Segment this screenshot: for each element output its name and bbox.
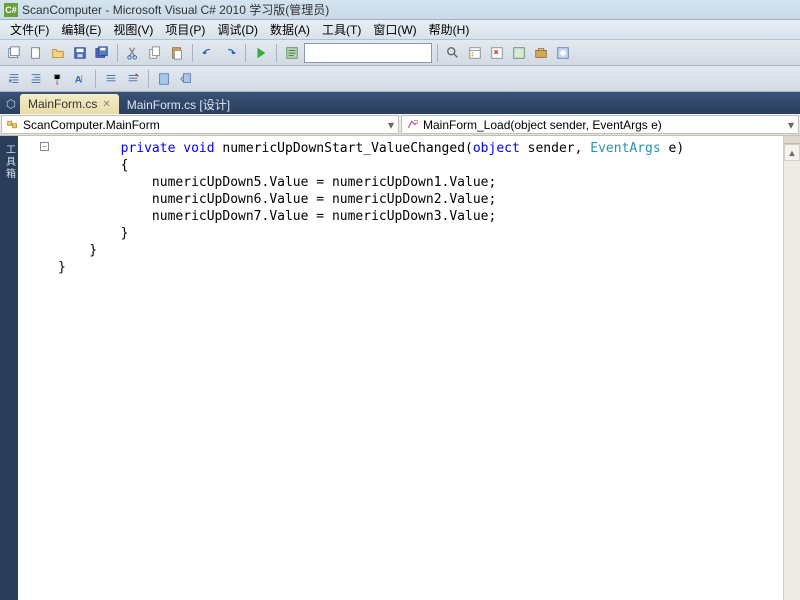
menu-help[interactable]: 帮助(H) xyxy=(423,21,476,38)
bookmark-prev-button[interactable] xyxy=(176,69,196,89)
copy-button[interactable] xyxy=(145,43,165,63)
code-text: } xyxy=(58,243,97,258)
menu-data[interactable]: 数据(A) xyxy=(264,21,316,38)
document-tabstrip: MainForm.cs ✕ MainForm.cs [设计] xyxy=(0,92,800,114)
chevron-down-icon: ▾ xyxy=(384,118,398,132)
code-text: e) xyxy=(661,141,684,156)
keyword: object xyxy=(473,141,520,156)
tab-label: MainForm.cs [设计] xyxy=(127,96,230,113)
vertical-scrollbar[interactable]: ▲ xyxy=(783,136,800,600)
toolbar-separator xyxy=(95,70,96,88)
class-name: ScanComputer.MainForm xyxy=(23,118,384,132)
code-text: numericUpDown6.Value = numericUpDown2.Va… xyxy=(121,192,497,207)
method-icon xyxy=(405,118,419,132)
cut-button[interactable] xyxy=(123,43,143,63)
tab-mainform-design[interactable]: MainForm.cs [设计] xyxy=(119,94,238,114)
menu-edit[interactable]: 编辑(E) xyxy=(55,21,107,38)
toolbar-separator xyxy=(117,44,118,62)
type: EventArgs xyxy=(590,141,660,156)
window-titlebar: C# ScanComputer - Microsoft Visual C# 20… xyxy=(0,0,800,20)
code-text: } xyxy=(121,226,129,241)
code-text: numericUpDown5.Value = numericUpDown1.Va… xyxy=(121,175,497,190)
config-combobox[interactable] xyxy=(304,43,432,63)
method-name: MainForm_Load(object sender, EventArgs e… xyxy=(423,118,784,132)
method-selector[interactable]: MainForm_Load(object sender, EventArgs e… xyxy=(401,115,799,134)
tab-label: MainForm.cs xyxy=(28,97,97,111)
chevron-down-icon: ▾ xyxy=(784,118,798,132)
code-editor[interactable]: − private void numericUpDownStart_ValueC… xyxy=(18,136,800,600)
code-text: sender, xyxy=(520,141,590,156)
menu-view[interactable]: 视图(V) xyxy=(107,21,159,38)
tab-mainform-code[interactable]: MainForm.cs ✕ xyxy=(20,94,119,114)
scroll-up-icon[interactable]: ▲ xyxy=(784,144,800,161)
save-all-button[interactable] xyxy=(92,43,112,63)
paste-button[interactable] xyxy=(167,43,187,63)
save-button[interactable] xyxy=(70,43,90,63)
toolbox-sidebar-tab[interactable]: 工具箱 xyxy=(0,136,18,600)
window-title: ScanComputer - Microsoft Visual C# 2010 … xyxy=(22,1,329,18)
menu-window[interactable]: 窗口(W) xyxy=(367,21,422,38)
object-browser-button[interactable] xyxy=(509,43,529,63)
fold-gutter: − xyxy=(18,136,58,600)
svg-text:A: A xyxy=(75,74,82,85)
start-page-button[interactable] xyxy=(553,43,573,63)
app-icon: C# xyxy=(4,3,18,17)
toolbar-separator xyxy=(276,44,277,62)
toolbar-main xyxy=(0,40,800,66)
object-member-button[interactable] xyxy=(48,69,68,89)
properties-button[interactable] xyxy=(487,43,507,63)
solution-explorer-button[interactable] xyxy=(465,43,485,63)
toolbar-separator xyxy=(148,70,149,88)
toolbar-separator xyxy=(245,44,246,62)
add-item-button[interactable] xyxy=(26,43,46,63)
menu-debug[interactable]: 调试(D) xyxy=(211,21,264,38)
class-icon xyxy=(5,118,19,132)
toolbar-separator xyxy=(437,44,438,62)
menu-file[interactable]: 文件(F) xyxy=(4,21,55,38)
editor-area: 工具箱 − private void numericUpDownStart_Va… xyxy=(0,136,800,600)
start-debug-button[interactable] xyxy=(251,43,271,63)
class-selector[interactable]: ScanComputer.MainForm ▾ xyxy=(1,115,399,134)
menu-project[interactable]: 项目(P) xyxy=(159,21,211,38)
code-text: } xyxy=(58,260,66,275)
code-content[interactable]: private void numericUpDownStart_ValueCha… xyxy=(58,136,783,600)
indent-button[interactable] xyxy=(4,69,24,89)
menu-bar: 文件(F) 编辑(E) 视图(V) 项目(P) 调试(D) 数据(A) 工具(T… xyxy=(0,20,800,40)
comment-button[interactable] xyxy=(282,43,302,63)
uncomment-button[interactable] xyxy=(123,69,143,89)
code-text: numericUpDown7.Value = numericUpDown3.Va… xyxy=(121,209,497,224)
toolbox-label: 工具箱 xyxy=(2,144,17,180)
display-param-button[interactable]: A xyxy=(70,69,90,89)
outdent-button[interactable] xyxy=(26,69,46,89)
toolbox-button[interactable] xyxy=(531,43,551,63)
split-handle[interactable] xyxy=(784,136,800,144)
tab-toolbox-icon[interactable] xyxy=(4,94,18,114)
close-icon[interactable]: ✕ xyxy=(102,99,110,110)
undo-button[interactable] xyxy=(198,43,218,63)
fold-toggle[interactable]: − xyxy=(40,142,49,151)
open-button[interactable] xyxy=(48,43,68,63)
code-text: { xyxy=(121,158,129,173)
bookmark-button[interactable] xyxy=(154,69,174,89)
code-nav-bar: ScanComputer.MainForm ▾ MainForm_Load(ob… xyxy=(0,114,800,136)
menu-tools[interactable]: 工具(T) xyxy=(316,21,367,38)
comment-out-button[interactable] xyxy=(101,69,121,89)
toolbar-editor: A xyxy=(0,66,800,92)
toolbar-separator xyxy=(192,44,193,62)
find-button[interactable] xyxy=(443,43,463,63)
new-project-button[interactable] xyxy=(4,43,24,63)
keyword: private xyxy=(121,141,176,156)
keyword: void xyxy=(183,141,214,156)
code-text: numericUpDownStart_ValueChanged( xyxy=(215,141,473,156)
redo-button[interactable] xyxy=(220,43,240,63)
